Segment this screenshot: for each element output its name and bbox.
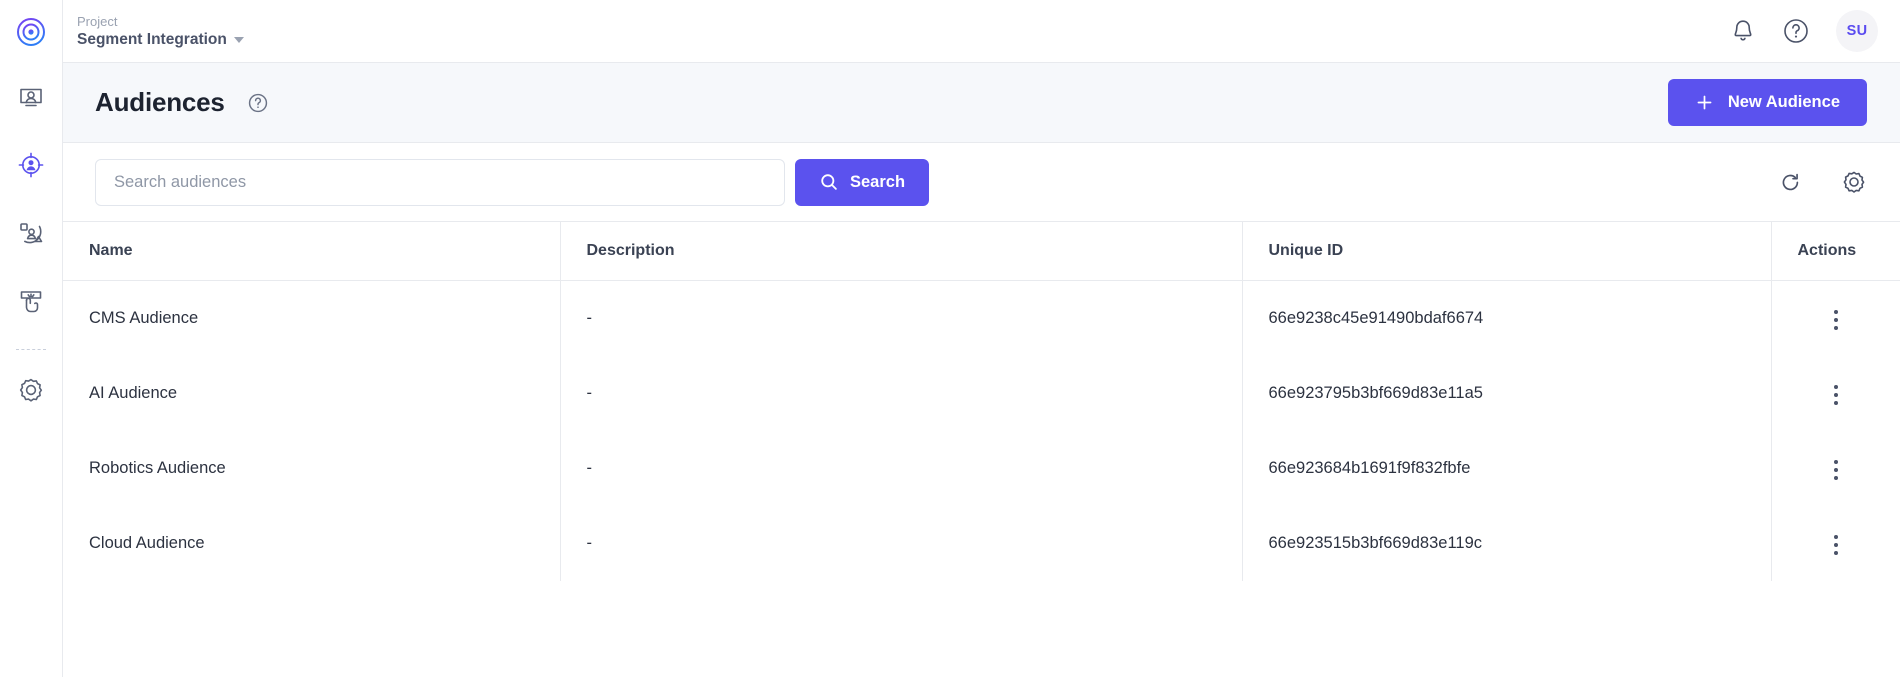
- kebab-menu-icon[interactable]: [1820, 379, 1852, 411]
- target-logo-icon: [17, 17, 45, 46]
- toolbar: Search: [63, 143, 1900, 221]
- kebab-menu-icon[interactable]: [1820, 304, 1852, 336]
- targeting-crosshair-person-icon: [18, 152, 44, 178]
- kebab-menu-icon[interactable]: [1820, 529, 1852, 561]
- cell-unique-id: 66e923684b1691f9f832fbfe: [1242, 430, 1772, 506]
- cell-unique-id: 66e9238c45e91490bdaf6674: [1242, 280, 1772, 356]
- app-root: Project Segment Integration SU Audiences…: [0, 0, 1900, 677]
- refresh-icon: [1782, 173, 1799, 190]
- sidebar-item-settings[interactable]: [0, 356, 63, 424]
- cell-unique-id: 66e923795b3bf669d83e11a5: [1242, 355, 1772, 431]
- notifications-button[interactable]: [1730, 18, 1756, 44]
- search-button-label: Search: [850, 172, 906, 191]
- sidebar-items: [0, 63, 62, 424]
- audience-screen-icon: [20, 88, 42, 107]
- chevron-down-icon: [233, 37, 244, 43]
- cell-name: AI Audience: [63, 355, 561, 431]
- table-header-row: Name Description Unique ID Actions: [63, 222, 1900, 281]
- column-header-description[interactable]: Description: [560, 222, 1243, 281]
- toolbar-icons: [1778, 169, 1867, 195]
- cell-description: -: [560, 430, 1243, 506]
- bell-icon: [1734, 20, 1752, 41]
- magnifier-icon: [821, 174, 837, 190]
- sidebar-item-audiences[interactable]: [0, 63, 63, 131]
- project-name: Segment Integration: [77, 30, 227, 48]
- column-header-actions: Actions: [1771, 222, 1900, 281]
- new-audience-button[interactable]: New Audience: [1667, 79, 1867, 126]
- column-header-unique-id[interactable]: Unique ID: [1242, 222, 1772, 281]
- sidebar-item-targeting[interactable]: [0, 131, 63, 199]
- page-help-button[interactable]: [247, 92, 269, 114]
- project-name-row[interactable]: Segment Integration: [77, 30, 244, 49]
- search-button[interactable]: Search: [795, 158, 930, 206]
- cell-name: Robotics Audience: [63, 430, 561, 506]
- table-settings-button[interactable]: [1841, 169, 1867, 195]
- main-area: Project Segment Integration SU Audiences…: [63, 0, 1900, 677]
- refresh-button[interactable]: [1778, 170, 1803, 195]
- audiences-table: Name Description Unique ID Actions CMS A…: [63, 221, 1900, 677]
- help-button[interactable]: [1782, 17, 1810, 45]
- cell-name: CMS Audience: [63, 280, 561, 356]
- table-row[interactable]: CMS Audience - 66e9238c45e91490bdaf6674: [63, 280, 1900, 356]
- page-title: Audiences: [95, 87, 225, 117]
- gear-icon: [19, 378, 43, 402]
- column-header-name[interactable]: Name: [63, 222, 561, 281]
- segments-pie-person-icon: [20, 223, 43, 244]
- topbar: Project Segment Integration SU: [63, 0, 1900, 63]
- cell-actions: [1771, 280, 1900, 356]
- cell-name: Cloud Audience: [63, 505, 561, 581]
- question-circle-icon: [1784, 19, 1808, 43]
- plus-icon: [1697, 95, 1712, 110]
- table-row[interactable]: Cloud Audience - 66e923515b3bf669d83e119…: [63, 505, 1900, 581]
- table-row[interactable]: AI Audience - 66e923795b3bf669d83e11a5: [63, 355, 1900, 431]
- sidebar: [0, 0, 63, 677]
- page-header: Audiences New Audience: [63, 63, 1900, 143]
- avatar[interactable]: SU: [1836, 10, 1878, 52]
- app-logo[interactable]: [0, 0, 63, 63]
- topbar-actions: SU: [1730, 10, 1878, 52]
- sidebar-item-segments[interactable]: [0, 199, 63, 267]
- experience-click-icon: [20, 291, 42, 313]
- cell-actions: [1771, 355, 1900, 431]
- project-selector[interactable]: Project Segment Integration: [77, 14, 244, 49]
- gear-icon: [1843, 171, 1865, 193]
- table-row[interactable]: Robotics Audience - 66e923684b1691f9f832…: [63, 430, 1900, 506]
- cell-actions: [1771, 430, 1900, 506]
- project-label: Project: [77, 13, 118, 29]
- search-input[interactable]: [95, 158, 785, 206]
- cell-description: -: [560, 280, 1243, 356]
- sidebar-divider: [16, 349, 46, 350]
- cell-description: -: [560, 355, 1243, 431]
- question-circle-icon: [248, 93, 267, 112]
- sidebar-item-experiences[interactable]: [0, 267, 63, 335]
- new-audience-label: New Audience: [1727, 93, 1840, 111]
- cell-unique-id: 66e923515b3bf669d83e119c: [1242, 505, 1772, 581]
- table-body: CMS Audience - 66e9238c45e91490bdaf6674 …: [63, 280, 1900, 581]
- cell-description: -: [560, 505, 1243, 581]
- cell-actions: [1771, 505, 1900, 581]
- kebab-menu-icon[interactable]: [1820, 454, 1852, 486]
